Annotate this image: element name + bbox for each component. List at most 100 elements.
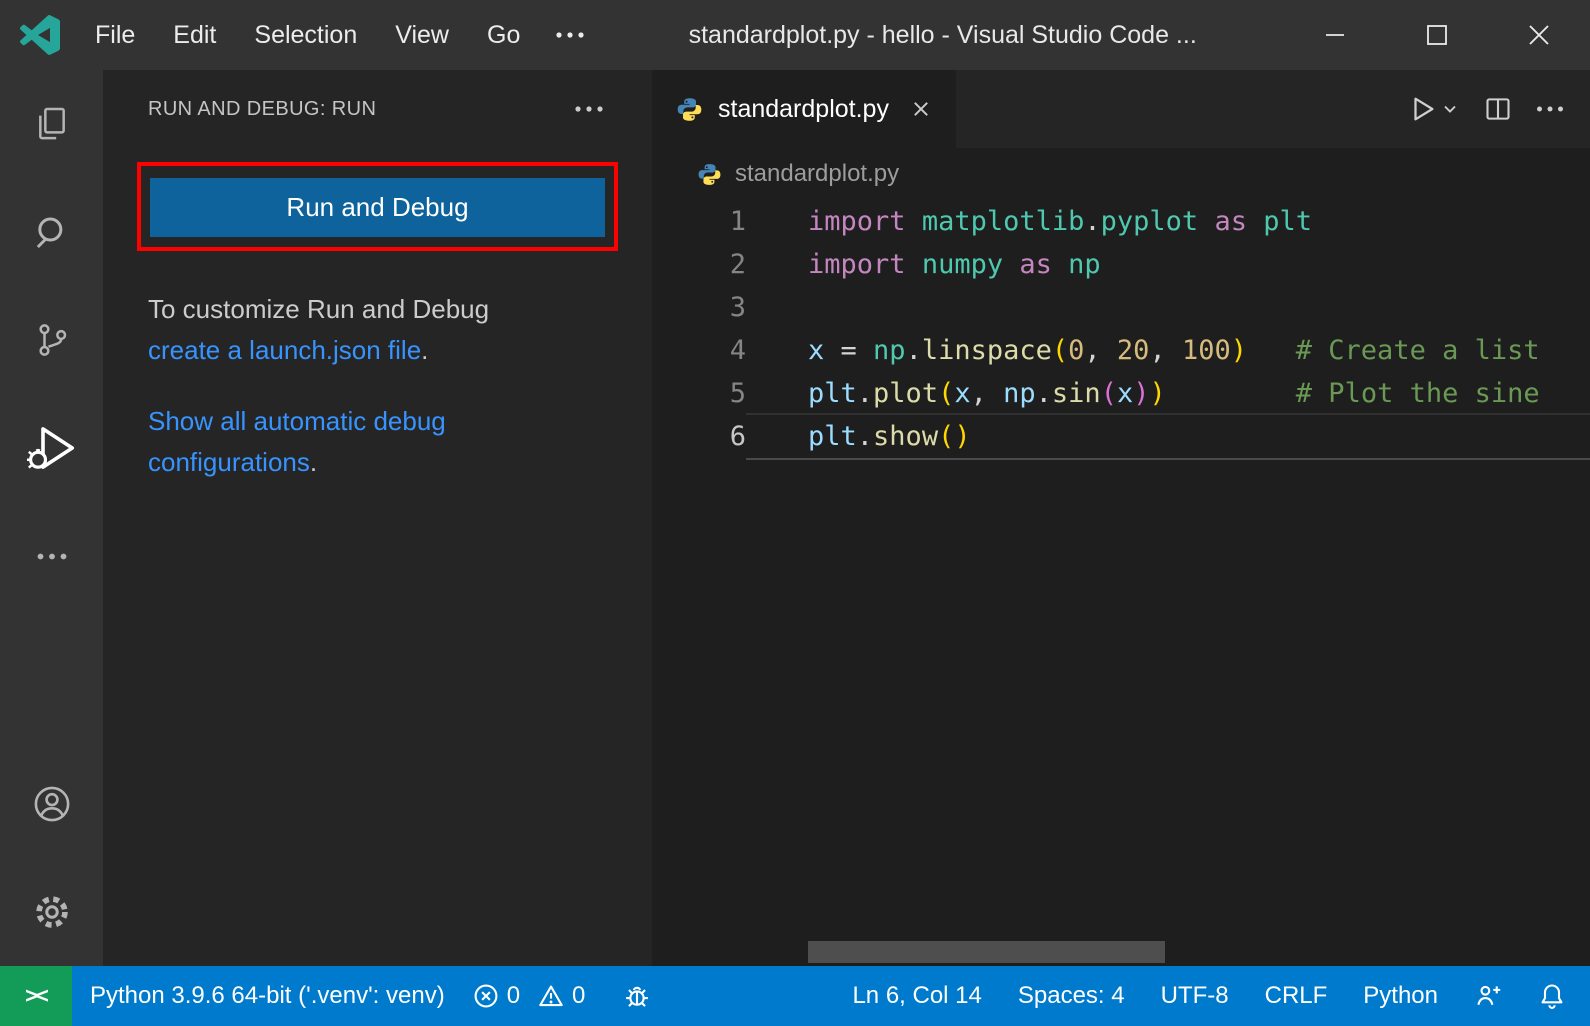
run-python-file-button[interactable] [1408,94,1460,124]
run-and-debug-button[interactable]: Run and Debug [150,178,605,237]
minimize-button[interactable] [1284,0,1386,70]
tab-close-icon[interactable] [910,98,932,120]
line-number[interactable]: 5 [652,372,746,415]
menu-view[interactable]: View [376,21,468,50]
code-token[interactable]: np [1003,378,1036,409]
code-line-content[interactable]: import matplotlib.pyplot as plt [746,200,1590,243]
line-number[interactable]: 1 [652,200,746,243]
code-token[interactable]: as [1019,249,1052,280]
line-number[interactable]: 3 [652,286,746,329]
code-token[interactable]: ) [1149,378,1165,409]
code-token[interactable]: . [906,335,922,366]
code-token[interactable]: sin [1052,378,1101,409]
cursor-position-status[interactable]: Ln 6, Col 14 [852,982,981,1010]
create-launch-json-link[interactable]: create a launch.json file [148,335,421,365]
code-token[interactable]: linspace [922,335,1052,366]
code-token[interactable] [906,206,922,237]
line-number[interactable]: 6 [652,415,746,458]
code-token[interactable]: 20 [1117,335,1150,366]
code-token[interactable]: show [873,421,938,452]
code-token[interactable]: ( [938,421,954,452]
run-and-debug-icon[interactable] [0,394,103,502]
code-token[interactable]: plt [1263,206,1312,237]
split-editor-icon[interactable] [1484,95,1512,123]
code-token[interactable]: ( [1052,335,1068,366]
notifications-bell-icon[interactable] [1538,982,1566,1010]
code-token[interactable]: numpy [922,249,1003,280]
code-token[interactable]: import [808,249,906,280]
code-token[interactable]: . [857,421,873,452]
menu-selection[interactable]: Selection [235,21,376,50]
code-token[interactable]: ( [1101,378,1117,409]
code-token[interactable]: plot [873,378,938,409]
encoding-status[interactable]: UTF-8 [1161,982,1229,1010]
close-button[interactable] [1488,0,1590,70]
code-line[interactable]: 5plt.plot(x, np.sin(x)) # Plot the sine [652,372,1590,415]
menu-go[interactable]: Go [468,21,539,50]
code-token[interactable]: x [954,378,970,409]
remote-indicator[interactable]: >< [0,966,72,1026]
language-mode-status[interactable]: Python [1363,982,1438,1010]
indentation-status[interactable]: Spaces: 4 [1018,982,1125,1010]
code-token[interactable]: 100 [1182,335,1231,366]
menu-edit[interactable]: Edit [154,21,235,50]
code-line-content[interactable]: plt.plot(x, np.sin(x)) # Plot the sine [746,372,1590,415]
horizontal-scrollbar[interactable] [808,941,1165,963]
code-token[interactable]: ) [1231,335,1247,366]
code-token[interactable]: ) [1133,378,1149,409]
code-token[interactable]: np [873,335,906,366]
code-token[interactable]: = [824,335,873,366]
eol-status[interactable]: CRLF [1265,982,1328,1010]
code-token[interactable]: , [971,378,1004,409]
code-token[interactable]: matplotlib [922,206,1085,237]
code-token[interactable]: ) [954,421,970,452]
source-control-icon[interactable] [0,286,103,394]
code-line[interactable]: 6plt.show() [652,415,1590,458]
code-token[interactable] [1052,249,1068,280]
code-token[interactable]: ( [938,378,954,409]
code-line-content[interactable]: plt.show() [746,415,1590,458]
menu-file[interactable]: File [76,21,154,50]
more-views-icon[interactable] [0,502,103,610]
code-token[interactable] [1166,378,1296,409]
code-line[interactable]: 1import matplotlib.pyplot as plt [652,200,1590,243]
python-interpreter-status[interactable]: Python 3.9.6 64-bit ('.venv': venv) [90,982,445,1010]
accounts-icon[interactable] [0,750,103,858]
code-token[interactable] [1247,335,1296,366]
code-line-content[interactable] [746,286,1590,329]
menu-more-icon[interactable] [539,31,601,39]
feedback-icon[interactable] [1474,982,1502,1010]
editor-more-actions-icon[interactable] [1536,105,1564,113]
maximize-button[interactable] [1386,0,1488,70]
show-all-configurations-link[interactable]: Show all automatic debug configurations [148,406,446,477]
tab-standardplot[interactable]: standardplot.py [652,70,956,148]
debug-icon[interactable] [623,982,651,1010]
code-line[interactable]: 3 [652,286,1590,329]
code-line[interactable]: 2import numpy as np [652,243,1590,286]
code-token[interactable]: np [1068,249,1101,280]
panel-more-actions-icon[interactable] [574,105,604,113]
search-icon[interactable] [0,178,103,286]
line-number[interactable]: 4 [652,329,746,372]
explorer-icon[interactable] [0,70,103,178]
code-token[interactable]: . [1084,206,1100,237]
code-token[interactable] [1198,206,1214,237]
code-token[interactable]: # Create a list [1296,335,1540,366]
code-token[interactable]: import [808,206,906,237]
settings-gear-icon[interactable] [0,858,103,966]
code-token[interactable]: x [808,335,824,366]
breadcrumb[interactable]: standardplot.py [652,148,1590,200]
code-token[interactable]: plt [808,378,857,409]
code-token[interactable]: . [857,378,873,409]
code-line-content[interactable]: import numpy as np [746,243,1590,286]
code-token[interactable]: . [1036,378,1052,409]
code-token[interactable]: 0 [1068,335,1084,366]
code-token[interactable] [1003,249,1019,280]
code-token[interactable]: pyplot [1101,206,1199,237]
problems-status[interactable]: 0 0 [473,982,596,1010]
code-token[interactable]: , [1084,335,1117,366]
code-token[interactable] [906,249,922,280]
code-token[interactable]: x [1117,378,1133,409]
code-token[interactable] [1247,206,1263,237]
code-token[interactable]: , [1149,335,1182,366]
